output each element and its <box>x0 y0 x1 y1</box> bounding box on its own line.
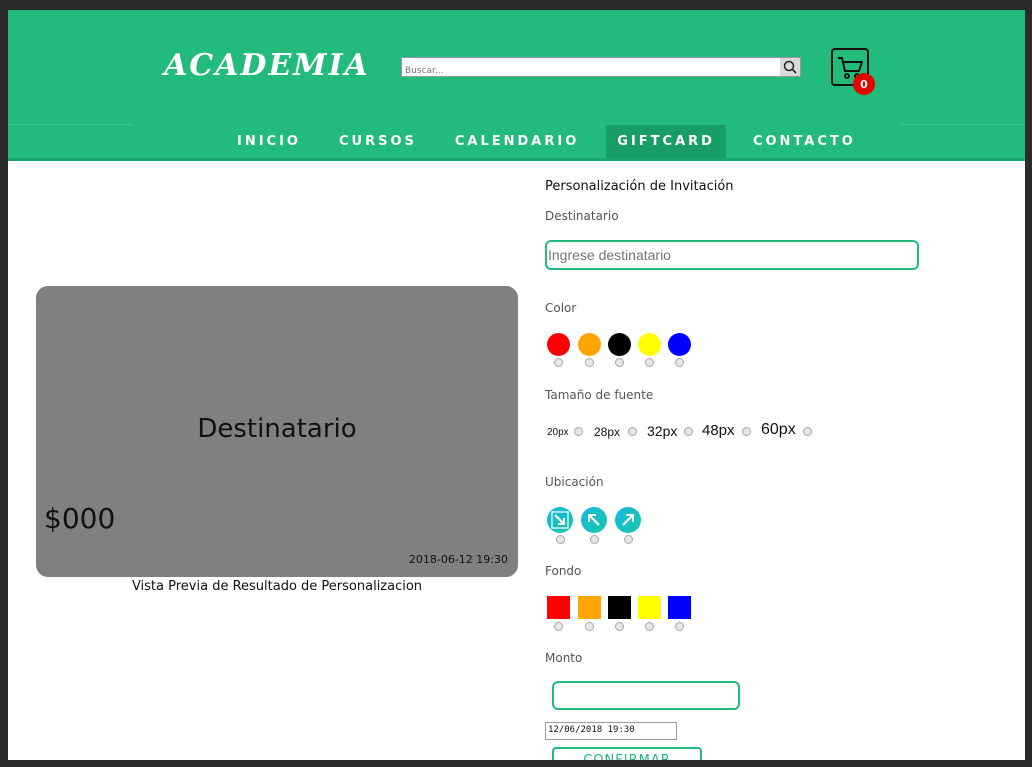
font-size-option-label: 60px <box>761 421 796 438</box>
font-size-radio-32[interactable] <box>684 427 693 436</box>
font-size-radio-20[interactable] <box>574 427 583 436</box>
preview-datetime: 2018-06-12 19:30 <box>408 553 508 566</box>
preview-caption: Vista Previa de Resultado de Personaliza… <box>131 579 423 594</box>
background-swatch-blue <box>668 596 691 619</box>
giftcard-preview: Destinatario $000 2018-06-12 19:30 <box>36 286 518 577</box>
browser-viewport: ACADEMIA 0 INICIO CURSOS CALENDARIO GIFT… <box>8 10 1025 760</box>
color-radio-yellow[interactable] <box>645 358 654 367</box>
amount-input[interactable] <box>552 681 740 710</box>
arrow-up-left-icon <box>588 514 600 526</box>
background-radio-yellow[interactable] <box>645 622 654 631</box>
font-size-option-label: 32px <box>647 423 678 439</box>
color-radio-red[interactable] <box>554 358 563 367</box>
recipient-label: Destinatario <box>545 209 619 223</box>
background-radio-red[interactable] <box>554 622 563 631</box>
background-swatch-red <box>547 596 570 619</box>
font-size-option-label: 48px <box>702 422 735 439</box>
divider <box>8 124 133 125</box>
location-radio-bottom-right[interactable] <box>556 535 565 544</box>
font-size-label: Tamaño de fuente <box>545 388 654 402</box>
color-radio-orange[interactable] <box>585 358 594 367</box>
search-bar <box>401 57 801 80</box>
font-size-radio-60[interactable] <box>803 427 812 436</box>
nav-item-cursos[interactable]: CURSOS <box>328 125 428 158</box>
nav-item-calendario[interactable]: CALENDARIO <box>444 125 590 158</box>
site-header: ACADEMIA 0 INICIO CURSOS CALENDARIO GIFT… <box>8 10 1025 161</box>
location-top-right <box>615 507 641 533</box>
search-button[interactable] <box>780 58 800 76</box>
search-icon <box>783 60 797 74</box>
preview-amount: $000 <box>44 502 116 535</box>
color-swatch-red <box>547 333 570 356</box>
nav-item-giftcard[interactable]: GIFTCARD <box>606 125 726 158</box>
header-bottom-border <box>8 158 1025 161</box>
color-swatch-yellow <box>638 333 661 356</box>
datetime-input[interactable]: 12/06/2018 19:30 <box>545 722 677 740</box>
background-radio-blue[interactable] <box>675 622 684 631</box>
amount-label: Monto <box>545 651 583 665</box>
background-swatch-orange <box>578 596 601 619</box>
confirm-button[interactable]: CONFIRMAR <box>552 747 702 760</box>
color-swatch-black <box>608 333 631 356</box>
search-input[interactable] <box>402 62 778 80</box>
arrow-up-right-icon <box>622 514 634 526</box>
color-swatch-blue <box>668 333 691 356</box>
preview-recipient: Destinatario <box>197 414 357 444</box>
background-swatch-black <box>608 596 631 619</box>
nav-item-contacto[interactable]: CONTACTO <box>742 125 867 158</box>
font-size-radio-48[interactable] <box>742 427 751 436</box>
form-title: Personalización de Invitación <box>545 179 734 194</box>
main-nav: INICIO CURSOS CALENDARIO GIFTCARD CONTAC… <box>226 125 883 158</box>
location-radio-top-left[interactable] <box>590 535 599 544</box>
background-radio-black[interactable] <box>615 622 624 631</box>
color-radio-blue[interactable] <box>675 358 684 367</box>
background-radio-orange[interactable] <box>585 622 594 631</box>
site-logo[interactable]: ACADEMIA <box>164 48 370 83</box>
font-size-option-label: 28px <box>594 425 621 439</box>
location-radio-top-right[interactable] <box>624 535 633 544</box>
color-label: Color <box>545 301 577 315</box>
location-label: Ubicación <box>545 475 604 489</box>
color-radio-black[interactable] <box>615 358 624 367</box>
location-bottom-right <box>547 507 573 533</box>
cart-count-badge: 0 <box>853 73 875 95</box>
background-label: Fondo <box>545 564 582 578</box>
color-swatch-orange <box>578 333 601 356</box>
background-swatch-yellow <box>638 596 661 619</box>
divider <box>901 124 1025 125</box>
nav-item-inicio[interactable]: INICIO <box>226 125 312 158</box>
location-top-left <box>581 507 607 533</box>
recipient-input[interactable] <box>545 240 919 270</box>
font-size-option-label: 20px <box>547 427 569 438</box>
arrow-down-right-icon <box>551 511 569 529</box>
font-size-radio-28[interactable] <box>628 427 637 436</box>
